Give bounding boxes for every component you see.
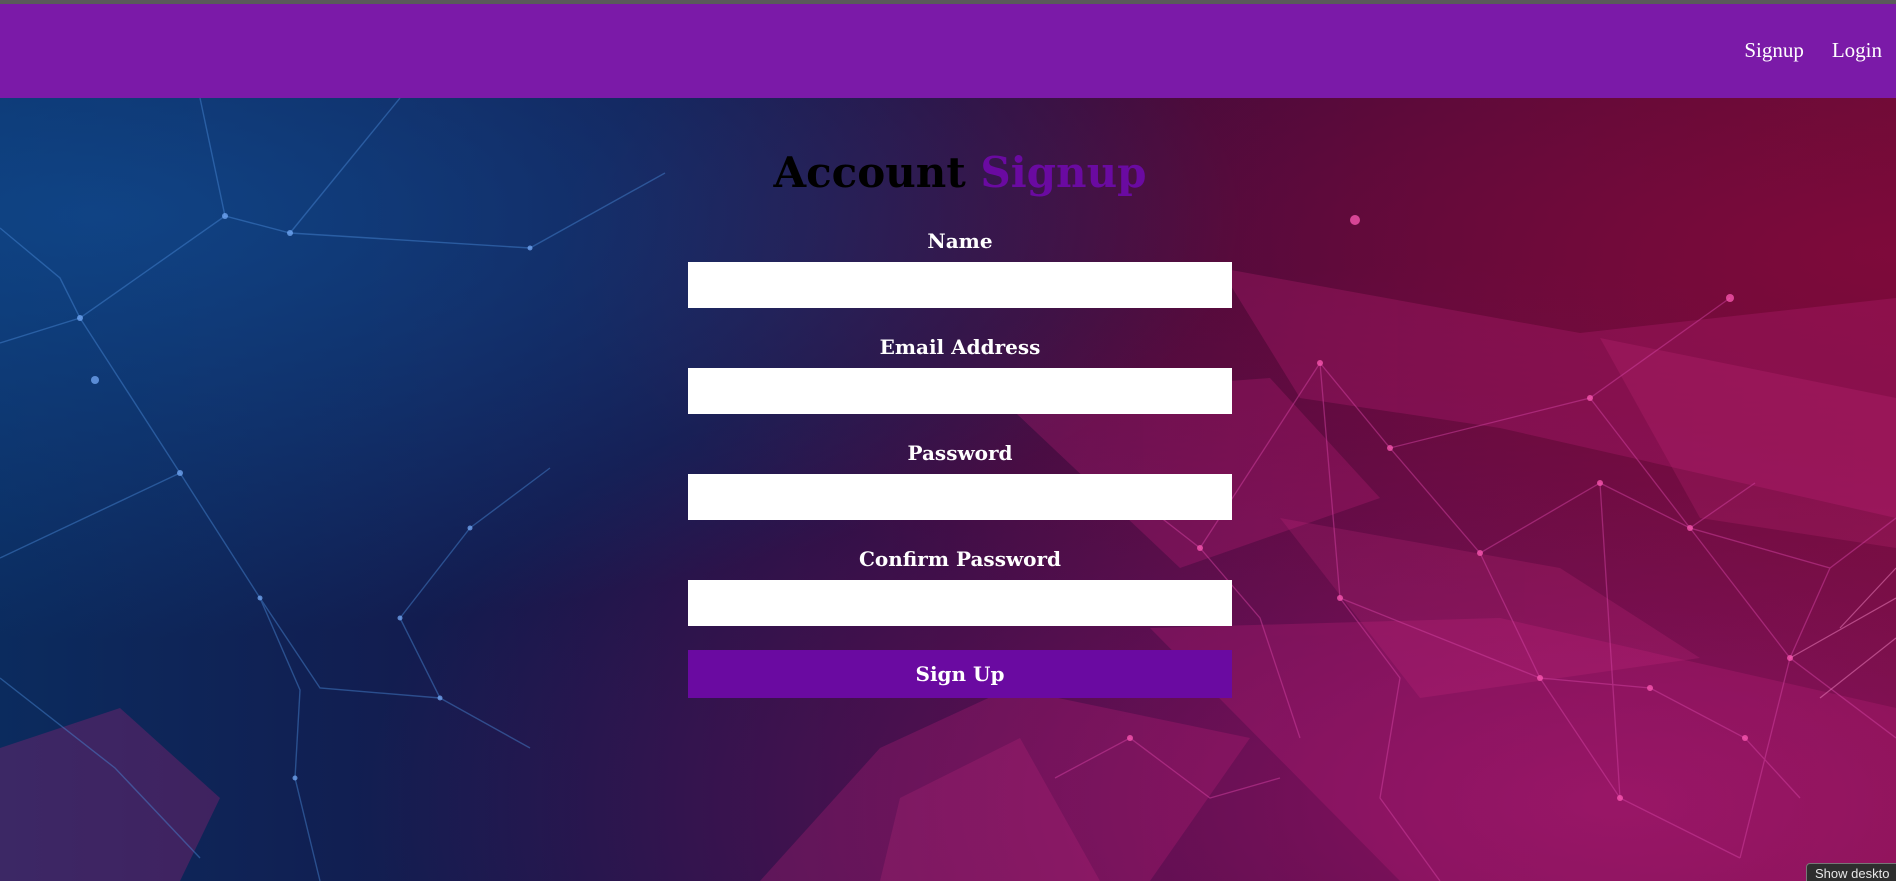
password-input[interactable] xyxy=(688,474,1232,520)
hero-background: Account Signup Name Email Address Passwo… xyxy=(0,98,1896,881)
confirm-password-input[interactable] xyxy=(688,580,1232,626)
email-label: Email Address xyxy=(879,335,1041,359)
show-desktop-tooltip: Show deskto xyxy=(1806,863,1896,881)
navbar: Signup Login xyxy=(0,4,1896,98)
confirm-password-label: Confirm Password xyxy=(858,547,1062,571)
name-input[interactable] xyxy=(688,262,1232,308)
nav-login-link[interactable]: Login xyxy=(1832,38,1882,63)
nav-links: Signup Login xyxy=(1744,38,1882,63)
nav-signup-link[interactable]: Signup xyxy=(1744,38,1804,63)
page-title-signup: Signup xyxy=(980,148,1147,197)
password-label: Password xyxy=(907,441,1013,465)
sign-up-button[interactable]: Sign Up xyxy=(688,650,1232,698)
page-title-account: Account xyxy=(773,148,966,197)
email-input[interactable] xyxy=(688,368,1232,414)
page-title: Account Signup xyxy=(576,148,1344,197)
name-label: Name xyxy=(927,229,993,253)
